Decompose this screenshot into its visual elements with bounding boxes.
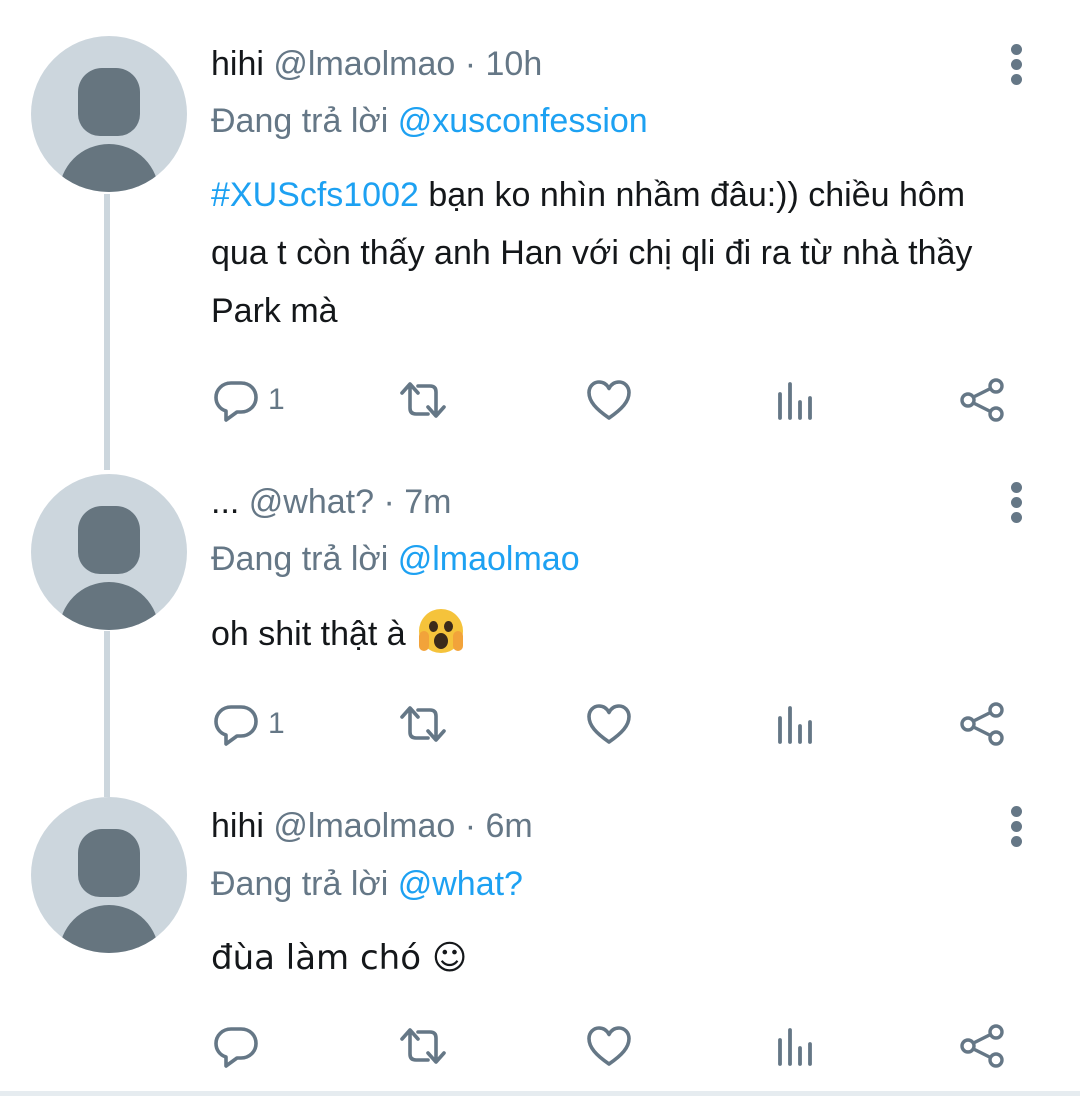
analytics-button[interactable] — [774, 1016, 818, 1076]
reply-icon — [214, 705, 258, 746]
replying-to-mention[interactable]: @what? — [398, 865, 523, 903]
timestamp[interactable]: · 6m — [465, 807, 533, 845]
analytics-icon — [778, 382, 812, 420]
replying-to-label: Đang trả lời — [211, 865, 389, 903]
more-options-icon[interactable] — [1002, 44, 1032, 88]
display-name[interactable]: ... — [211, 483, 239, 521]
reply-button[interactable] — [212, 1016, 268, 1076]
tweet-text-content: oh shit thật à — [211, 615, 416, 653]
replying-to-line: Đang trả lời @lmaolmao — [211, 539, 580, 579]
tweet-text: oh shit thật à — [211, 605, 1021, 663]
tweet-header: hihi @lmaolmao · 6m — [211, 806, 533, 846]
reply-button[interactable]: 1 — [212, 694, 285, 754]
retweet-button[interactable] — [398, 370, 448, 430]
avatar[interactable] — [31, 797, 187, 953]
tweet-actions: 1 — [0, 694, 1080, 754]
tweet-text: đùa làm chó ☺ — [211, 929, 1021, 987]
like-button[interactable] — [585, 694, 633, 754]
share-icon — [960, 1024, 1004, 1068]
share-icon — [960, 378, 1004, 422]
user-handle[interactable]: @lmaolmao — [273, 45, 455, 83]
analytics-button[interactable] — [774, 694, 818, 754]
analytics-button[interactable] — [774, 370, 818, 430]
tweet-header: hihi @lmaolmao · 10h — [211, 44, 542, 84]
analytics-icon — [778, 1028, 812, 1066]
timestamp[interactable]: · 7m — [384, 483, 452, 521]
timestamp[interactable]: · 10h — [465, 45, 543, 83]
user-handle[interactable]: @what? — [249, 483, 374, 521]
share-button[interactable] — [958, 370, 1006, 430]
more-options-icon[interactable] — [1002, 806, 1032, 850]
default-profile-head-icon — [78, 68, 140, 136]
retweet-icon — [400, 706, 446, 742]
reply-count: 1 — [268, 383, 285, 416]
display-name[interactable]: hihi — [211, 807, 264, 845]
tweet-actions: 1 — [0, 370, 1080, 430]
divider — [0, 1091, 1080, 1096]
retweet-button[interactable] — [398, 694, 448, 754]
screaming-in-fear-emoji-icon — [419, 609, 464, 653]
reply-count: 1 — [268, 707, 285, 740]
default-profile-head-icon — [78, 506, 140, 574]
tweet-text-content: đùa làm chó ☺ — [211, 938, 468, 978]
replying-to-label: Đang trả lời — [211, 540, 389, 578]
share-icon — [960, 702, 1004, 746]
like-icon — [587, 704, 631, 744]
more-options-icon[interactable] — [1002, 482, 1032, 526]
retweet-icon — [400, 382, 446, 418]
tweet-actions — [0, 1016, 1080, 1076]
retweet-button[interactable] — [398, 1016, 448, 1076]
replying-to-line: Đang trả lời @what? — [211, 864, 523, 904]
default-profile-shoulders-icon — [59, 144, 159, 192]
replying-to-line: Đang trả lời @xusconfession — [211, 101, 648, 141]
like-icon — [587, 1026, 631, 1066]
default-profile-shoulders-icon — [59, 905, 159, 953]
reply-icon — [214, 381, 258, 422]
tweet-text: #XUScfs1002 bạn ko nhìn nhầm đâu:)) chiề… — [211, 166, 1021, 340]
default-profile-head-icon — [78, 829, 140, 897]
replying-to-mention[interactable]: @lmaolmao — [398, 540, 580, 578]
like-icon — [587, 380, 631, 420]
retweet-icon — [400, 1028, 446, 1064]
avatar[interactable] — [31, 474, 187, 630]
share-button[interactable] — [958, 1016, 1006, 1076]
tweet-header: ... @what? · 7m — [211, 482, 452, 522]
default-profile-shoulders-icon — [59, 582, 159, 630]
user-handle[interactable]: @lmaolmao — [273, 807, 455, 845]
display-name[interactable]: hihi — [211, 45, 264, 83]
replying-to-label: Đang trả lời — [211, 102, 389, 140]
like-button[interactable] — [585, 1016, 633, 1076]
hashtag-link[interactable]: #XUScfs1002 — [211, 176, 419, 214]
replying-to-mention[interactable]: @xusconfession — [398, 102, 648, 140]
share-button[interactable] — [958, 694, 1006, 754]
reply-icon — [214, 1027, 258, 1068]
reply-button[interactable]: 1 — [212, 370, 285, 430]
avatar[interactable] — [31, 36, 187, 192]
analytics-icon — [778, 706, 812, 744]
like-button[interactable] — [585, 370, 633, 430]
